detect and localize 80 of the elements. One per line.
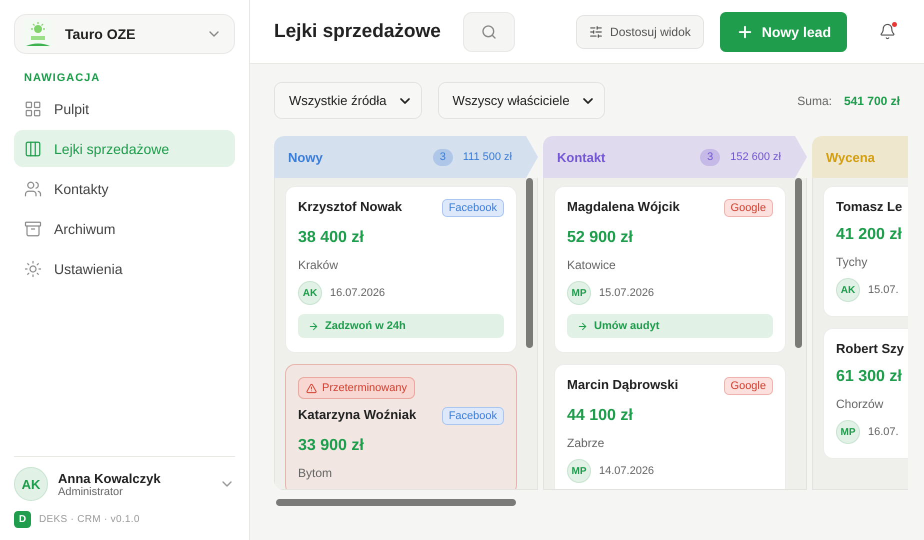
lead-amount: 61 300 zł xyxy=(836,368,903,386)
lead-city: Kraków xyxy=(298,258,340,272)
warning-icon xyxy=(306,382,317,394)
scrollbar-thumb[interactable] xyxy=(276,498,516,506)
customize-view-button[interactable]: Dostosuj widok xyxy=(576,14,704,48)
user-avatar: AK xyxy=(14,467,48,501)
lead-name: Robert Szy xyxy=(836,341,904,356)
lead-card[interactable]: Magdalena Wójcik Google 52 900 zł Katowice MP 15.07.2026 Umów audyt xyxy=(554,186,786,353)
sliders-icon xyxy=(589,24,604,38)
lead-date: 16.07.2026 xyxy=(330,287,386,299)
lead-date: 15.07. xyxy=(868,284,899,296)
bell-icon xyxy=(879,23,896,40)
source-filter[interactable]: Wszystkie źródła xyxy=(274,82,422,119)
lead-name: Katarzyna Woźniak xyxy=(298,407,416,422)
owner-filter[interactable]: Wszyscy właściciele xyxy=(438,82,605,119)
settings-icon xyxy=(24,260,42,278)
owner-avatar: AK xyxy=(298,281,322,305)
stage-title: Kontakt xyxy=(557,150,606,164)
source-tag: Google xyxy=(724,199,773,217)
scrollbar-thumb[interactable] xyxy=(526,178,533,348)
lead-date: 14.07.2026 xyxy=(599,465,654,477)
lead-date: 16.07. xyxy=(868,426,899,438)
search-icon xyxy=(480,24,497,40)
page-title: Lejki sprzedażowe xyxy=(274,20,441,42)
lead-name: Krzysztof Nowak xyxy=(298,199,402,214)
section-label: NAWIGACJA xyxy=(24,72,102,84)
app-version: DEKS · CRM · v0.1.0 xyxy=(39,514,140,525)
source-tag: Google xyxy=(724,377,773,395)
scrollbar-thumb[interactable] xyxy=(795,178,802,348)
overdue-badge: Przeterminowany xyxy=(298,377,415,399)
lead-city: Tychy xyxy=(836,255,868,269)
stage-title: Nowy xyxy=(288,150,324,164)
owner-avatar: MP xyxy=(567,281,591,305)
nav-item[interactable]: Pulpit xyxy=(14,90,235,127)
arrow-right-icon xyxy=(577,320,588,332)
lead-amount: 33 900 zł xyxy=(298,437,365,455)
lead-card[interactable]: Robert Szy 61 300 zł Chorzów MP 16.07. xyxy=(823,328,908,459)
grid-icon xyxy=(24,100,42,118)
lead-name: Marcin Dąbrowski xyxy=(567,377,678,392)
source-tag: Facebook xyxy=(442,199,504,217)
stage-count: 3 xyxy=(432,148,453,166)
sum-value: 541 700 zł xyxy=(844,94,900,108)
lead-city: Chorzów xyxy=(836,397,884,411)
workspace-switcher[interactable]: Tauro OZE xyxy=(14,14,235,54)
sum-label: Suma: xyxy=(797,94,832,108)
app-logo: D xyxy=(14,511,31,528)
source-tag: Facebook xyxy=(442,407,504,425)
archive-icon xyxy=(24,220,42,238)
lead-card[interactable]: Przeterminowany Katarzyna Woźniak Facebook 33 900 zł Bytom xyxy=(285,364,517,489)
lead-name: Tomasz Le xyxy=(836,199,902,214)
lead-name: Magdalena Wójcik xyxy=(567,199,680,214)
stage-total: 152 600 zł xyxy=(730,151,781,163)
nav-item[interactable]: Kontakty xyxy=(14,170,235,207)
user-role: Administrator xyxy=(58,486,123,498)
workspace-name: Tauro OZE xyxy=(65,26,137,42)
lead-city: Katowice xyxy=(567,258,617,272)
new-lead-button[interactable]: Nowy lead xyxy=(720,12,847,52)
owner-avatar: MP xyxy=(567,459,591,483)
columns-icon xyxy=(24,140,42,158)
users-icon xyxy=(24,180,42,198)
lead-card[interactable]: Krzysztof Nowak Facebook 38 400 zł Kraków AK 16.07.2026 Zadzwoń w 24h xyxy=(285,186,517,353)
lead-city: Bytom xyxy=(298,466,334,480)
nav-item[interactable]: Ustawienia xyxy=(14,250,235,287)
lead-amount: 44 100 zł xyxy=(567,407,634,425)
nav-item[interactable]: Archiwum xyxy=(14,210,235,247)
lead-card[interactable]: Tomasz Le 41 200 zł Tychy AK 15.07. xyxy=(823,186,908,317)
user-name: Anna Kowalczyk xyxy=(58,470,162,486)
arrow-right-icon xyxy=(308,320,319,332)
lead-date: 15.07.2026 xyxy=(599,287,654,299)
lead-amount: 41 200 zł xyxy=(836,226,903,244)
lead-city: Zabrze xyxy=(567,436,606,450)
owner-avatar: AK xyxy=(836,278,860,302)
owner-avatar: MP xyxy=(836,420,860,444)
lead-card[interactable]: Marcin Dąbrowski Google 44 100 zł Zabrze MP 14.07.2026 xyxy=(554,364,786,489)
lead-amount: 38 400 zł xyxy=(298,229,365,247)
stage-total: 111 500 zł xyxy=(462,151,512,163)
search-button[interactable] xyxy=(462,12,515,52)
lead-amount: 52 900 zł xyxy=(567,229,634,247)
stage-title: Wycena xyxy=(826,150,876,164)
stage-count: 3 xyxy=(700,148,720,166)
